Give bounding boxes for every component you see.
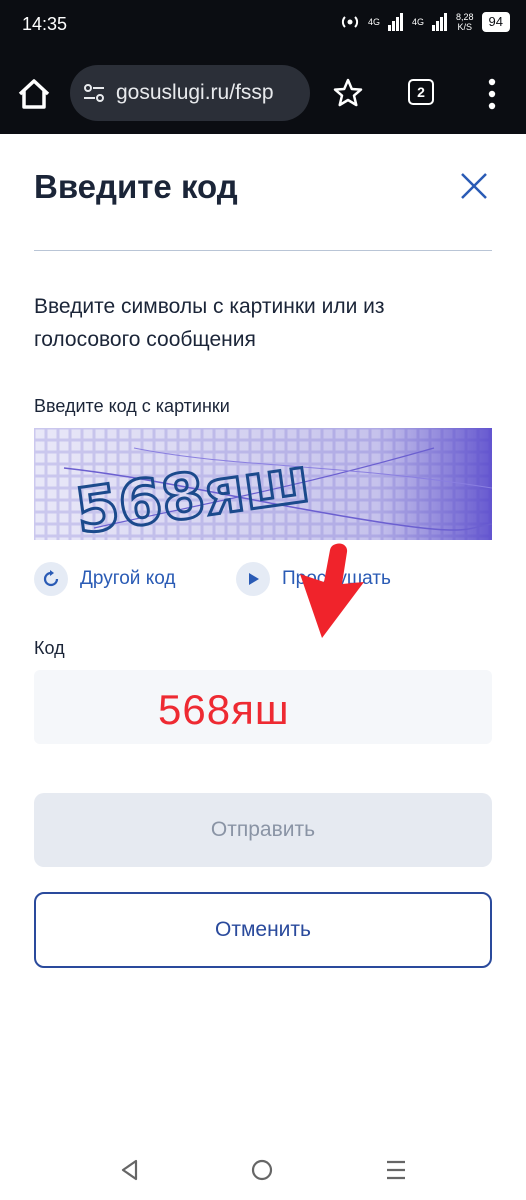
network-speed: 8,28 K/S [456, 12, 474, 32]
browser-toolbar: gosuslugi.ru/fssp 2 [0, 52, 526, 134]
recents-icon[interactable] [384, 1158, 408, 1182]
code-field-label: Код [34, 638, 65, 658]
submit-button[interactable]: Отправить [34, 793, 492, 867]
home-circle-icon[interactable] [250, 1158, 274, 1182]
more-vert-icon[interactable] [482, 76, 502, 112]
captcha-image: 568яш [34, 428, 492, 540]
cancel-button[interactable]: Отменить [34, 892, 492, 968]
captcha-label: Введите код с картинки [34, 396, 230, 416]
home-icon[interactable] [14, 74, 54, 114]
refresh-icon [43, 570, 59, 587]
system-nav-bar [0, 1140, 526, 1200]
hotspot-icon [341, 16, 359, 28]
signal-icon [387, 13, 403, 31]
tune-icon[interactable] [82, 81, 106, 105]
star-icon[interactable] [330, 75, 366, 111]
code-input[interactable]: 568яш [34, 670, 492, 744]
close-icon[interactable] [456, 168, 492, 204]
status-time: 14:35 [22, 14, 68, 34]
code-input-value: 568яш [158, 686, 290, 733]
dialog-title: Введите код [34, 168, 238, 205]
refresh-captcha-button[interactable]: Другой код [34, 562, 175, 596]
divider [34, 250, 492, 251]
network-type-2: 4G [411, 16, 424, 27]
tab-switcher-button[interactable]: 2 [408, 79, 434, 105]
refresh-captcha-label: Другой код [80, 568, 176, 589]
network-type-1: 4G [367, 16, 380, 27]
battery-level: 94 [481, 12, 510, 32]
signal-icon [432, 13, 447, 31]
status-indicators: 4G 4G 8,28 K/S 94 [340, 12, 510, 32]
address-bar[interactable]: gosuslugi.ru/fssp [70, 65, 310, 121]
play-icon [249, 573, 259, 585]
url-text[interactable]: gosuslugi.ru/fssp [116, 81, 274, 105]
dialog-description: Введите символы с картинки или из голосо… [34, 295, 385, 351]
annotation-arrow-icon [300, 543, 364, 638]
status-bar: 14:35 4G 4G 8,28 K/S 94 [0, 0, 526, 52]
back-icon[interactable] [118, 1158, 142, 1182]
